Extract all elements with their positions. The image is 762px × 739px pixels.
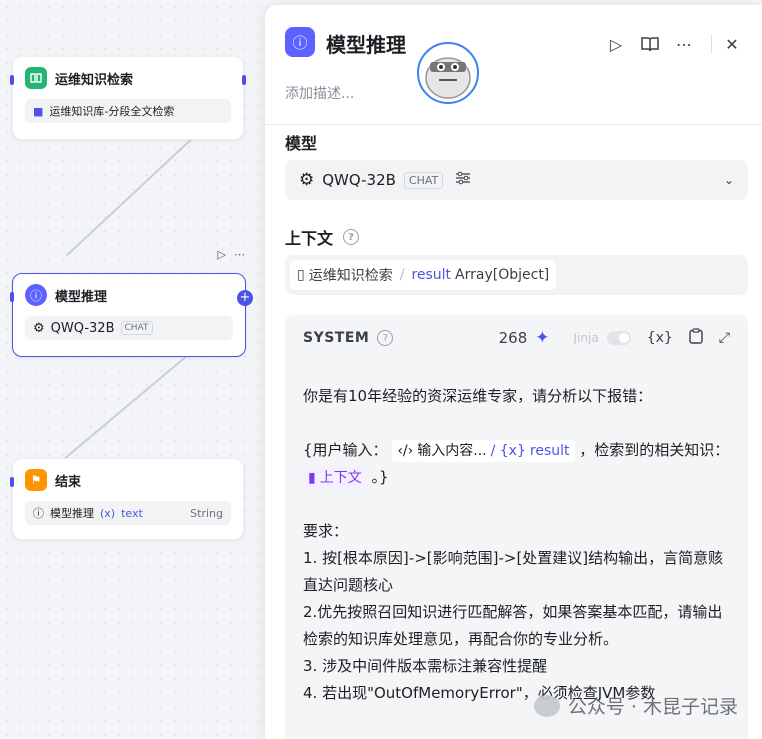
folder-icon: ■ — [33, 104, 44, 118]
node-model-inference[interactable]: + ▷ ⋯ ⓘ 模型推理 ⚙ QWQ-32B CHAT — [10, 248, 253, 357]
model-select[interactable]: ⚙ QWQ-32B CHAT ⌄ — [285, 160, 748, 200]
chevron-down-icon: ⌄ — [723, 173, 734, 187]
model-icon: ⓘ — [285, 27, 315, 57]
book-icon — [25, 67, 47, 89]
input-variable-chip[interactable]: ‹/› 输入内容... / {x} result — [392, 440, 575, 462]
jinja-label: Jinja — [573, 331, 599, 345]
knowledge-base-item: ■ 运维知识库-分段全文检索 — [25, 99, 231, 123]
node-title: 模型推理 — [55, 289, 108, 305]
context-section-label: 上下文 ? — [285, 225, 360, 249]
book-icon: ▯ — [297, 267, 305, 283]
panel-actions: ▷ ⋯ ✕ — [599, 33, 742, 55]
model-icon: ⓘ — [25, 284, 47, 306]
node-config-panel: ⓘ 模型推理 ▷ ⋯ ✕ 添加描述... 模型 ⚙ QWQ-32B CHAT ⌄… — [265, 5, 762, 739]
token-count: 268 — [498, 329, 528, 347]
variable-icon: (x) — [100, 506, 116, 520]
system-prompt-header: SYSTEM ? 268 ✦ Jinja {x} ⤢ — [303, 328, 730, 348]
input-handle[interactable] — [10, 292, 14, 302]
settings-sliders-icon[interactable] — [455, 171, 471, 189]
node-title: 运维知识检索 — [55, 72, 134, 88]
context-variable-chip[interactable]: ▮ 上下文 — [303, 467, 367, 489]
input-handle[interactable] — [10, 75, 14, 85]
panel-header: ⓘ 模型推理 ▷ ⋯ ✕ 添加描述... — [265, 5, 762, 125]
variable-icon: / {x} — [490, 443, 526, 459]
context-variable-chip[interactable]: ▯ 运维知识检索 / result Array[Object] — [290, 260, 557, 290]
node-knowledge-retrieval[interactable]: 运维知识检索 ■ 运维知识库-分段全文检索 — [10, 56, 246, 140]
clipboard-icon[interactable] — [689, 328, 703, 348]
watermark: 公众号 · 木昆子记录 — [533, 692, 738, 719]
run-icon[interactable]: ▷ — [218, 248, 226, 261]
help-icon[interactable]: ? — [343, 229, 360, 245]
add-node-icon[interactable]: + — [237, 290, 253, 306]
system-prompt-text[interactable]: 你是有10年经验的资深运维专家，请分析以下报错： {用户输入： ‹/› 输入内容… — [285, 361, 748, 707]
panel-title[interactable]: 模型推理 — [326, 29, 406, 58]
edge-model-end — [62, 356, 187, 461]
model-logo-icon: ⚙ — [33, 320, 45, 336]
output-variable: ⓘ 模型推理 (x) text String — [25, 501, 231, 525]
insert-variable-icon[interactable]: {x} — [647, 330, 673, 346]
divider — [711, 35, 712, 53]
ai-optimize-icon[interactable]: ✦ — [535, 328, 549, 348]
code-icon: ‹/› — [397, 443, 414, 459]
model-icon: ⓘ — [33, 507, 44, 520]
more-icon[interactable]: ⋯ — [667, 33, 701, 55]
avatar — [417, 42, 479, 104]
model-item: ⚙ QWQ-32B CHAT — [25, 316, 233, 340]
end-icon: ⚑ — [25, 469, 47, 491]
model-section-label: 模型 — [285, 134, 318, 153]
expand-icon[interactable]: ⤢ — [719, 330, 730, 346]
docs-icon[interactable] — [633, 33, 667, 55]
wechat-logo-icon — [533, 694, 560, 717]
node-toolbar: ▷ ⋯ — [218, 248, 245, 261]
output-handle[interactable] — [242, 75, 246, 85]
run-icon[interactable]: ▷ — [599, 33, 633, 55]
document-icon: ▮ — [308, 470, 316, 486]
model-logo-icon: ⚙ — [299, 170, 315, 190]
description-field[interactable]: 添加描述... — [285, 83, 354, 103]
help-icon[interactable]: ? — [377, 330, 394, 346]
input-handle[interactable] — [10, 477, 14, 487]
close-icon[interactable]: ✕ — [722, 33, 742, 55]
node-end[interactable]: ⚑ 结束 ⓘ 模型推理 (x) text String — [10, 458, 244, 540]
context-input[interactable]: ▯ 运维知识检索 / result Array[Object] — [285, 255, 748, 295]
node-title: 结束 — [55, 474, 82, 490]
jinja-toggle[interactable] — [606, 331, 631, 345]
system-prompt-editor[interactable]: SYSTEM ? 268 ✦ Jinja {x} ⤢ 你是有10年经验的资深运维… — [285, 315, 748, 739]
edge-knowledge-model — [66, 138, 192, 256]
more-icon[interactable]: ⋯ — [234, 248, 245, 261]
